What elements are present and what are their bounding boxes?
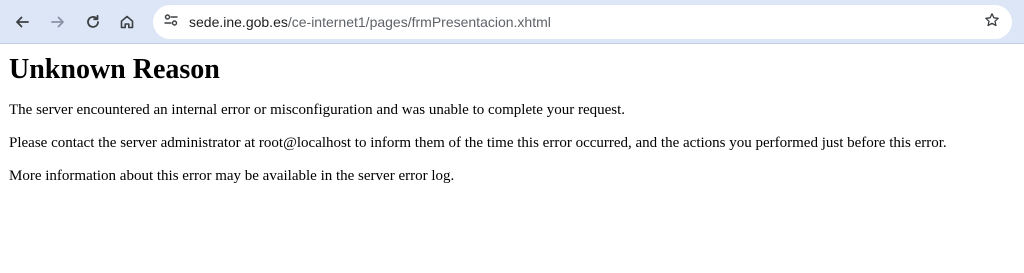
error-message: The server encountered an internal error… bbox=[9, 102, 626, 118]
log-message: More information about this error may be… bbox=[9, 168, 455, 184]
arrow-left-icon bbox=[14, 14, 30, 30]
browser-toolbar: sede.ine.gob.es/ce-internet1/pages/frmPr… bbox=[0, 0, 1024, 44]
page-content: Unknown Reason The server encountered an… bbox=[0, 54, 1024, 185]
address-bar[interactable]: sede.ine.gob.es/ce-internet1/pages/frmPr… bbox=[153, 5, 1012, 39]
forward-button[interactable] bbox=[42, 6, 74, 38]
contact-message: Please contact the server administrator … bbox=[9, 135, 947, 151]
back-button[interactable] bbox=[6, 6, 38, 38]
arrow-right-icon bbox=[50, 14, 66, 30]
reload-button[interactable] bbox=[77, 6, 109, 38]
tune-icon bbox=[163, 12, 179, 33]
star-icon bbox=[984, 12, 1000, 33]
site-info-button[interactable] bbox=[157, 8, 185, 36]
reload-icon bbox=[85, 14, 101, 30]
home-button[interactable] bbox=[111, 6, 143, 38]
page-title: Unknown Reason bbox=[9, 54, 220, 85]
bookmark-button[interactable] bbox=[978, 8, 1006, 36]
url-domain: sede.ine.gob.es bbox=[189, 14, 288, 30]
url-path: /ce-internet1/pages/frmPresentacion.xhtm… bbox=[287, 14, 551, 30]
home-icon bbox=[119, 14, 135, 30]
url-text[interactable]: sede.ine.gob.es/ce-internet1/pages/frmPr… bbox=[189, 5, 551, 39]
